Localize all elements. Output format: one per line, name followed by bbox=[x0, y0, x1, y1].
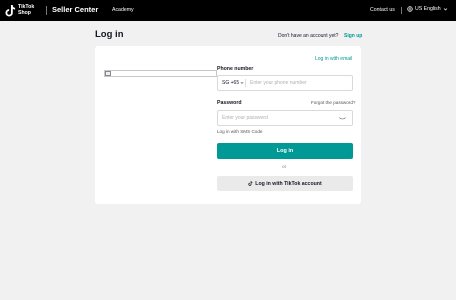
tiktok-shop-logo[interactable]: TikTok Shop bbox=[5, 3, 47, 18]
sms-login-link[interactable]: Log in with SMS Code bbox=[217, 129, 262, 134]
broken-image-icon bbox=[105, 71, 111, 76]
password-field bbox=[217, 110, 353, 126]
logo-text: TikTok Shop bbox=[18, 4, 35, 16]
top-navigation-bar: TikTok Shop Seller Center Academy Contac… bbox=[0, 0, 456, 21]
country-code-value: SG +65 bbox=[222, 80, 240, 86]
language-label: US English bbox=[415, 6, 441, 12]
or-divider-text: or bbox=[282, 165, 287, 170]
tiktok-login-button[interactable]: Log in with TikTok account bbox=[217, 176, 353, 191]
login-button[interactable]: Log in bbox=[217, 143, 353, 159]
tiktok-login-label: Log in with TikTok account bbox=[255, 180, 322, 187]
nav-academy-link[interactable]: Academy bbox=[112, 7, 134, 13]
app-name: Seller Center bbox=[52, 5, 99, 14]
password-input[interactable] bbox=[222, 115, 337, 121]
forgot-password-link[interactable]: Forgot the password? bbox=[311, 100, 355, 105]
tiktok-icon bbox=[248, 181, 253, 186]
no-account-text: Don't have an account yet? bbox=[278, 33, 339, 39]
password-label: Password bbox=[217, 100, 242, 106]
field-divider bbox=[245, 79, 246, 87]
eye-closed-icon[interactable] bbox=[339, 116, 346, 121]
tiktok-logo-icon bbox=[5, 4, 16, 17]
email-login-link[interactable]: Log in with email bbox=[315, 56, 352, 62]
chevron-down-icon bbox=[443, 7, 447, 10]
phone-field: SG +65 bbox=[217, 75, 353, 91]
page-title: Log in bbox=[95, 29, 124, 40]
language-selector[interactable]: US English bbox=[407, 6, 450, 12]
globe-icon bbox=[407, 6, 413, 12]
country-code-select[interactable]: SG +65 bbox=[218, 80, 245, 86]
chevron-down-icon bbox=[240, 82, 244, 84]
phone-label: Phone number bbox=[217, 66, 254, 72]
promo-image bbox=[104, 70, 217, 77]
header-divider bbox=[401, 7, 402, 14]
sign-up-link[interactable]: Sign up bbox=[344, 33, 362, 39]
contact-us-link[interactable]: Contact us bbox=[370, 7, 395, 13]
logo-divider bbox=[46, 6, 47, 15]
phone-input[interactable] bbox=[250, 80, 350, 86]
